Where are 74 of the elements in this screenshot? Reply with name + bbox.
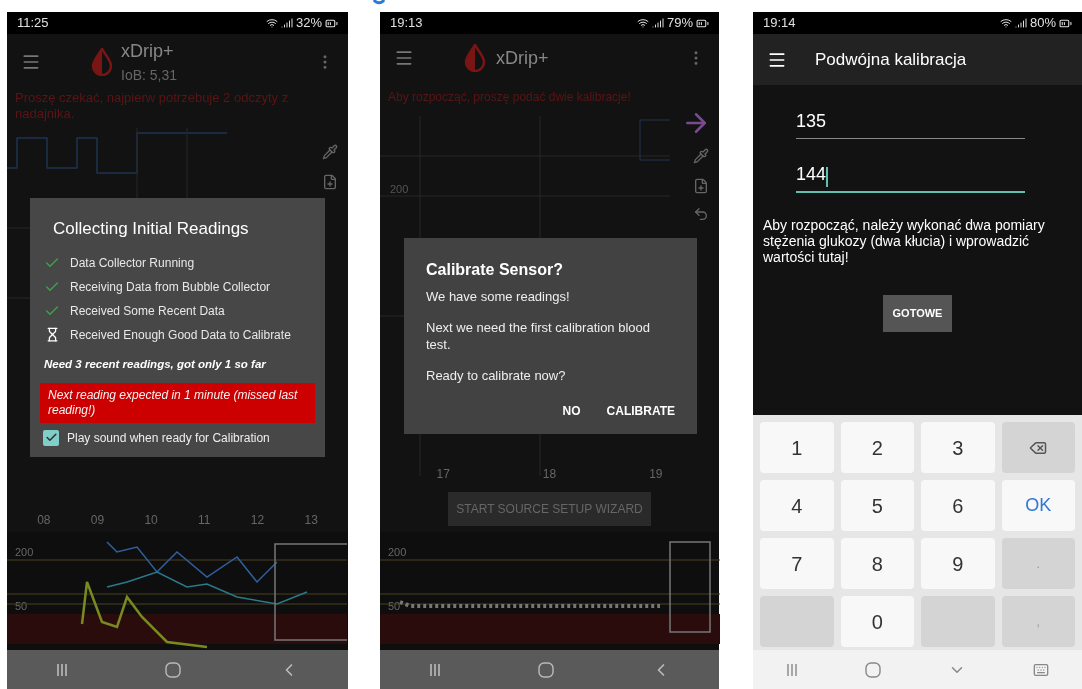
done-button[interactable]: GOTOWE (882, 295, 953, 332)
step-label: Received Enough Good Data to Calibrate (70, 326, 291, 344)
app-title: xDrip+ (121, 40, 175, 63)
hour-label: 17 (436, 466, 450, 483)
battery-level: 79% (666, 14, 693, 33)
dialog-button[interactable]: NO (562, 402, 581, 420)
keypad-key[interactable]: 6 (921, 480, 995, 531)
step-label: Data Collector Running (70, 254, 195, 272)
input-field[interactable]: 144 (796, 161, 1025, 193)
hour-label: 09 (90, 512, 105, 529)
axis-label: 200 (388, 545, 407, 560)
dialog-message: Ready to calibrate now? (426, 367, 567, 384)
axis-label: 200 (390, 182, 409, 197)
step-label: Received Some Recent Data (70, 302, 225, 320)
wait-notice: Proszę czekać, najpierw potrzebuje 2 odczyty z nadajnika. (14, 90, 290, 122)
hour-label: 18 (542, 466, 557, 483)
backspace-key[interactable] (1001, 422, 1075, 473)
wifi-icon (999, 17, 1012, 29)
warning-banner: Next reading expected in 1 minute (missed last reading!) (40, 382, 315, 423)
axis-label: 50 (388, 599, 401, 614)
dialog-message: We have some readings! (426, 288, 571, 305)
undo-icon[interactable] (693, 206, 709, 222)
dialog-message: Next we need the first calibration blood test. (426, 319, 651, 353)
status-time: 19:14 (763, 14, 796, 33)
add-note-icon[interactable] (693, 178, 709, 194)
wifi-icon (636, 17, 649, 29)
dialog-button[interactable]: CALIBRATE (606, 402, 675, 420)
screen-title: Podwójna kalibracja (815, 48, 967, 71)
recent-apps-icon[interactable] (428, 662, 441, 677)
checkbox-label: Play sound when ready for Calibration (67, 429, 270, 447)
ok-key[interactable]: OK (1001, 480, 1075, 531)
battery-level: 32% (295, 14, 322, 33)
status-time: 11:25 (17, 14, 49, 33)
axis-label: 200 (15, 545, 34, 560)
dialog-title: Calibrate Sensor? (426, 260, 564, 280)
drop-logo-icon (91, 48, 113, 76)
pipette-icon[interactable] (693, 148, 709, 164)
wifi-icon (265, 17, 278, 29)
hour-label: 12 (250, 512, 265, 529)
pipette-icon[interactable] (322, 144, 338, 160)
recent-apps-icon[interactable] (55, 662, 68, 677)
calibration-notice: Aby rozpocząć, proszę podać dwie kalibracje! (387, 89, 632, 106)
keypad-key[interactable]: 4 (760, 480, 834, 531)
keypad-key[interactable]: 8 (840, 538, 914, 589)
iob-value: IoB: 5,31 (121, 66, 179, 85)
checkbox[interactable] (43, 429, 59, 446)
keypad-key[interactable]: 3 (921, 422, 995, 473)
keyboard-icon[interactable] (1032, 661, 1049, 678)
readings-note: Need 3 recent readings, got only 1 so far (44, 356, 267, 372)
hour-label: 13 (304, 512, 318, 529)
keypad-key[interactable]: 0 (840, 596, 914, 647)
step-label: Receiving Data from Bubble Collector (70, 278, 271, 296)
recent-apps-icon[interactable] (786, 662, 799, 677)
hour-label: 10 (144, 512, 158, 529)
input-field[interactable]: 135 (796, 107, 1025, 139)
app-title: xDrip+ (496, 46, 550, 70)
home-icon[interactable] (165, 661, 182, 678)
axis-label: 50 (15, 599, 28, 614)
home-icon[interactable] (865, 661, 882, 678)
keypad-key[interactable]: 9 (921, 538, 995, 589)
home-icon[interactable] (537, 661, 554, 678)
dialog-title: Collecting Initial Readings (53, 218, 250, 240)
instructions-text: Aby rozpocząć, należy wykonać dwa pomiary stężenia glukozy (dwa kłucia) i wprowadzić wartości tutaj! (763, 217, 1046, 265)
add-note-icon[interactable] (322, 174, 338, 190)
keypad-key[interactable]: 7 (760, 538, 834, 589)
hour-label: 19 (649, 466, 663, 483)
hour-label: 11 (198, 512, 211, 529)
keypad-key[interactable]: 5 (840, 480, 914, 531)
hour-label: 08 (37, 512, 51, 529)
battery-level: 80% (1029, 14, 1056, 33)
keypad-key[interactable]: 1 (760, 422, 834, 473)
drop-logo-icon (464, 44, 486, 72)
status-time: 19:13 (390, 14, 423, 33)
keypad-key[interactable]: 2 (840, 422, 914, 473)
